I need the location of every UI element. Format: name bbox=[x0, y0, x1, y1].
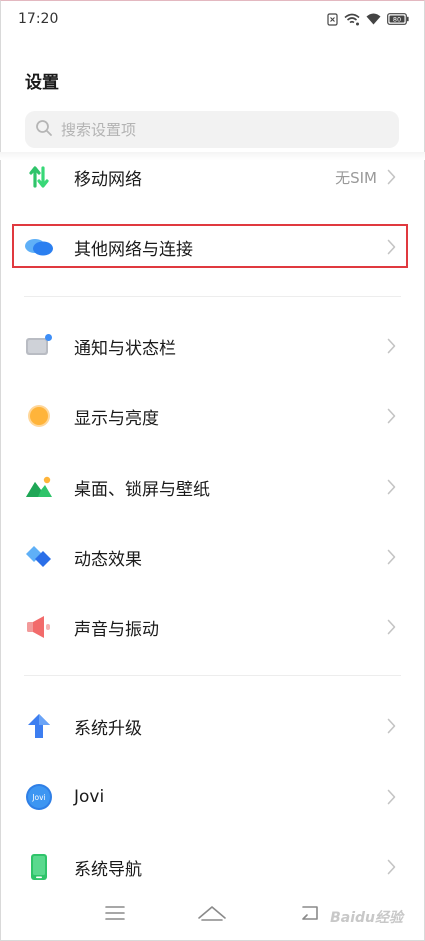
settings-item-label: 显示与亮度 bbox=[74, 408, 159, 429]
settings-item-label: 系统升级 bbox=[74, 718, 142, 739]
search-bar[interactable] bbox=[25, 111, 399, 148]
chevron-right-icon bbox=[384, 716, 398, 736]
chevron-right-icon bbox=[384, 336, 398, 356]
back-nav-button[interactable] bbox=[299, 904, 321, 926]
chevron-right-icon bbox=[384, 406, 398, 426]
dynamic-effect-icon bbox=[24, 542, 54, 572]
phone-nav-icon bbox=[24, 852, 54, 882]
battery-level: 80 bbox=[393, 16, 401, 24]
mobile-data-icon bbox=[24, 162, 54, 192]
settings-item-label: 桌面、锁屏与壁纸 bbox=[74, 479, 210, 500]
search-icon bbox=[35, 119, 53, 141]
battery-icon: 80 bbox=[387, 13, 409, 25]
home-nav-button[interactable] bbox=[197, 904, 227, 926]
page-title: 设置 bbox=[25, 73, 59, 93]
wallpaper-icon bbox=[24, 472, 54, 502]
settings-item-label: 移动网络 bbox=[74, 169, 142, 190]
settings-item-label: 动态效果 bbox=[74, 549, 142, 570]
settings-item-animation[interactable]: 动态效果 bbox=[0, 530, 425, 584]
no-sim-icon bbox=[327, 12, 338, 26]
settings-item-mobile-network[interactable]: 移动网络 无SIM bbox=[0, 150, 425, 204]
sim-status: 无SIM bbox=[335, 168, 377, 187]
settings-item-jovi[interactable]: Jovi Jovi bbox=[0, 770, 425, 824]
settings-item-label: 声音与振动 bbox=[74, 619, 159, 640]
settings-item-sound[interactable]: 声音与振动 bbox=[0, 600, 425, 654]
status-bar: 17:20 80 bbox=[0, 0, 425, 38]
status-time: 17:20 bbox=[18, 11, 59, 27]
menu-nav-button[interactable] bbox=[104, 905, 126, 925]
settings-item-notification[interactable]: 通知与状态栏 bbox=[0, 319, 425, 373]
settings-item-label: Jovi bbox=[74, 787, 105, 807]
upgrade-arrow-icon bbox=[24, 711, 54, 741]
settings-item-system-upgrade[interactable]: 系统升级 bbox=[0, 699, 425, 753]
brightness-icon bbox=[24, 401, 54, 431]
chevron-right-icon bbox=[384, 787, 398, 807]
watermark: Baidu经验 bbox=[330, 910, 403, 926]
jovi-icon: Jovi bbox=[24, 782, 54, 812]
speaker-icon bbox=[24, 612, 54, 642]
chevron-right-icon bbox=[384, 477, 398, 497]
highlight-box bbox=[12, 224, 408, 268]
chevron-right-icon bbox=[384, 547, 398, 567]
notification-icon bbox=[24, 331, 54, 361]
settings-item-system-nav[interactable]: 系统导航 bbox=[0, 840, 425, 894]
jovi-icon-text: Jovi bbox=[31, 793, 45, 802]
chevron-right-icon bbox=[384, 167, 398, 187]
settings-item-label: 系统导航 bbox=[74, 859, 142, 880]
settings-item-desktop[interactable]: 桌面、锁屏与壁纸 bbox=[0, 460, 425, 514]
search-input[interactable] bbox=[59, 119, 363, 140]
section-divider bbox=[24, 296, 401, 297]
settings-item-label: 通知与状态栏 bbox=[74, 338, 176, 359]
chevron-right-icon bbox=[384, 617, 398, 637]
section-divider bbox=[24, 675, 401, 676]
status-icons: 80 bbox=[327, 12, 409, 26]
settings-item-display[interactable]: 显示与亮度 bbox=[0, 389, 425, 443]
chevron-right-icon bbox=[384, 857, 398, 877]
wifi-icon bbox=[366, 13, 381, 25]
wifi-hotspot-icon bbox=[344, 13, 360, 26]
